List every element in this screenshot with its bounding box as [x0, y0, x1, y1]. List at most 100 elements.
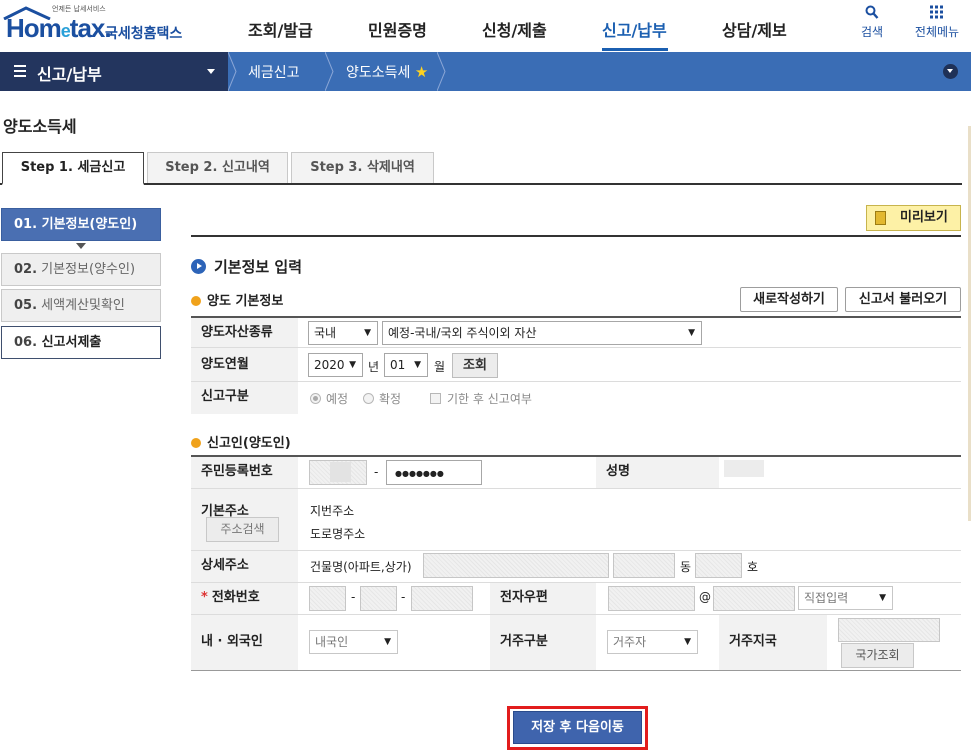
ho-input[interactable] [695, 553, 742, 578]
location-menu-dropdown[interactable]: 신고/납부 [0, 52, 228, 91]
country-label: 거주지국 [719, 615, 827, 670]
email-label: 전자우편 [490, 583, 596, 614]
hamburger-icon [14, 65, 26, 77]
main-top-divider [191, 235, 961, 237]
step-06-submit-report[interactable]: 06. 신고서제출 [1, 326, 161, 359]
table-bottom-border [191, 670, 961, 671]
location-bar: 신고/납부 세금신고 양도소득세 ★ [0, 52, 971, 91]
phone-part3-input[interactable] [411, 586, 473, 611]
location-menu-label: 신고/납부 [37, 65, 102, 84]
caret-down-icon [207, 69, 215, 74]
address-search-button[interactable]: 주소검색 [206, 517, 279, 542]
year-select[interactable]: 2020 [308, 353, 363, 377]
tabs-underline [0, 183, 962, 185]
grid-menu-icon [930, 5, 943, 19]
email-at-sign: @ [699, 590, 711, 604]
gnb-certificate[interactable]: 민원증명 [368, 17, 427, 41]
dong-unit: 동 [680, 560, 692, 574]
detail-address-label: 상세주소 [191, 551, 298, 582]
building-name-input[interactable] [423, 553, 609, 578]
year-unit: 년 [368, 360, 380, 374]
asset-region-select[interactable]: 국내 [308, 321, 378, 345]
masked-value [330, 462, 351, 482]
step-02-transferee-info[interactable]: 02. 기본정보(양수인) [1, 253, 161, 286]
tab-step3-deleted-history[interactable]: Step 3. 삭제내역 [291, 152, 434, 183]
checkbox-icon [430, 393, 441, 404]
country-lookup-button[interactable]: 국가조회 [841, 643, 914, 668]
step-01-transferor-info[interactable]: 01. 기본정보(양도인) [1, 208, 161, 241]
logo-brand: Hometax. [6, 13, 112, 43]
breadcrumb-tax-report[interactable]: 세금신고 [248, 62, 300, 82]
gnb-inquiry[interactable]: 조회/발급 [248, 17, 313, 41]
month-select[interactable]: 01 [384, 353, 428, 377]
all-menu-label: 전체메뉴 [914, 25, 960, 39]
lookup-button[interactable]: 조회 [452, 353, 498, 378]
search-icon [865, 5, 879, 19]
subsection-transfer-basic: 양도 기본정보 [191, 290, 283, 309]
logo-korean-name: 국세청홈택스 [105, 26, 183, 42]
report-type-label: 신고구분 [191, 382, 298, 414]
gnb-report-payment[interactable]: 신고/납부 [602, 17, 667, 41]
tab-step1-tax-report[interactable]: Step 1. 세금신고 [2, 152, 144, 185]
nationality-label: 내 · 외국인 [191, 615, 298, 670]
bullet-icon [191, 438, 201, 448]
save-and-next-button[interactable]: 저장 후 다음이동 [513, 711, 642, 744]
phone-separator: - [401, 590, 406, 604]
load-report-button[interactable]: 신고서 불러오기 [845, 287, 961, 312]
email-domain-select[interactable]: 직접입력 [798, 586, 893, 610]
document-icon [875, 211, 886, 225]
radio-scheduled[interactable]: 예정 [310, 390, 348, 407]
preview-button[interactable]: 미리보기 [866, 205, 961, 231]
phone-part1-input[interactable] [309, 586, 346, 611]
email-id-input[interactable] [608, 586, 695, 611]
country-input[interactable] [838, 618, 940, 642]
subsection-reporter: 신고인(양도인) [191, 432, 291, 451]
year-month-label: 양도연월 [191, 348, 298, 381]
asset-kind-select[interactable]: 예정-국내/국외 주식이외 자산 [382, 321, 702, 345]
tab-step2-report-history[interactable]: Step 2. 신고내역 [147, 152, 288, 183]
email-domain-input[interactable] [713, 586, 795, 611]
road-address: 도로명주소 [310, 527, 366, 541]
breadcrumb-capital-gains-tax[interactable]: 양도소득세 ★ [346, 62, 428, 82]
step-down-arrow-icon [76, 243, 86, 249]
search-label: 검색 [860, 25, 884, 39]
table-top-border [191, 316, 961, 318]
radio-icon [310, 393, 321, 404]
location-expand-toggle[interactable] [943, 64, 958, 79]
phone-label: * 전화번호 [191, 583, 298, 614]
dong-input[interactable] [613, 553, 675, 578]
arrow-circle-icon [191, 259, 206, 274]
search-button[interactable]: 검색 [858, 5, 886, 40]
phone-separator: - [351, 590, 356, 604]
row-divider [191, 347, 961, 348]
rrn-separator: - [374, 465, 379, 479]
gnb-active-underline [602, 48, 668, 51]
breadcrumb-separator-icon [325, 52, 334, 91]
row-divider [191, 381, 961, 382]
section-title-basic-info: 기본정보 입력 [191, 256, 302, 277]
global-header: 언제든 납세서비스 Hometax. 국세청홈택스 조회/발급 민원증명 신청/… [0, 0, 971, 52]
all-menu-button[interactable]: 전체메뉴 [910, 5, 964, 40]
residence-label: 거주구분 [490, 615, 596, 670]
nationality-select[interactable]: 내국인 [309, 630, 398, 654]
page-title: 양도소득세 [3, 117, 77, 136]
masked-name [724, 460, 764, 477]
rrn-label: 주민등록번호 [191, 457, 298, 488]
late-report-checkbox[interactable]: 기한 후 신고여부 [430, 390, 532, 407]
table-top-border [191, 455, 961, 457]
phone-part2-input[interactable] [360, 586, 397, 611]
step-05-tax-calculation[interactable]: 05. 세액계산및확인 [1, 289, 161, 322]
residence-select[interactable]: 거주자 [607, 630, 698, 654]
rrn-back-input[interactable]: ●●●●●●● [386, 460, 482, 485]
favorite-star-icon[interactable]: ★ [415, 63, 428, 81]
row-divider [191, 488, 961, 489]
jibun-address: 지번주소 [310, 504, 355, 518]
new-report-button[interactable]: 새로작성하기 [740, 287, 838, 312]
breadcrumb-separator-icon [437, 52, 446, 91]
gnb-application[interactable]: 신청/제출 [482, 17, 547, 41]
hometax-logo[interactable]: 언제든 납세서비스 Hometax. 국세청홈택스 [2, 4, 192, 48]
month-unit: 월 [434, 360, 446, 374]
gnb-consult[interactable]: 상담/제보 [722, 17, 787, 41]
row-divider [191, 550, 961, 551]
radio-final[interactable]: 확정 [363, 390, 401, 407]
